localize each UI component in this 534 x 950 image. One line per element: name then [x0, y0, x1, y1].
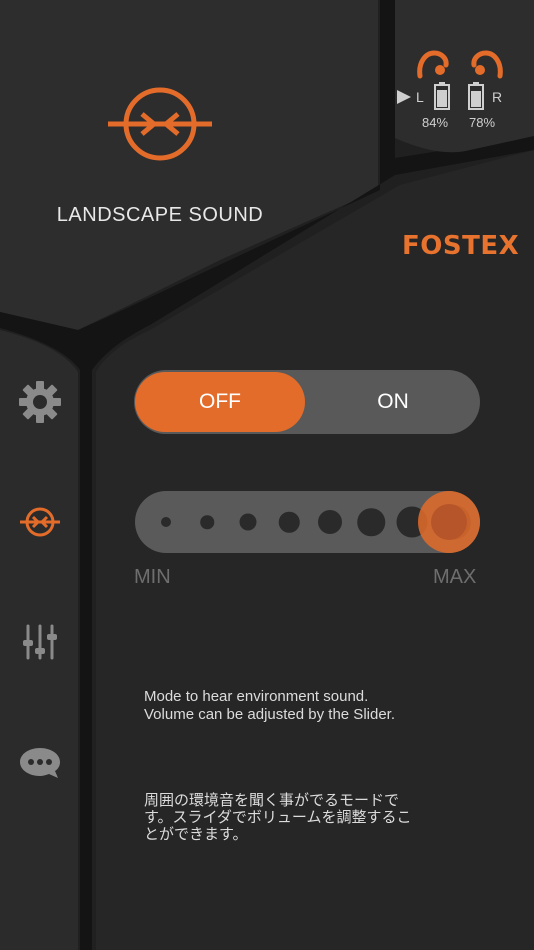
- volume-slider-knob[interactable]: [418, 491, 480, 553]
- battery-right-label: R: [492, 89, 503, 105]
- volume-step-dot: [357, 508, 385, 536]
- description-jp-line1: 周囲の環境音を聞く事がでるモードで: [144, 792, 400, 809]
- volume-step-dot: [161, 517, 171, 527]
- volume-slider[interactable]: [135, 491, 480, 553]
- battery-right-percent: 78%: [469, 115, 496, 130]
- toggle-on-button[interactable]: ON: [306, 370, 480, 434]
- description-jp-line3: とができます。: [144, 826, 248, 843]
- left-earphone-icon: [417, 50, 449, 79]
- battery-left-label: L: [416, 89, 424, 105]
- mode-toggle[interactable]: OFF ON: [134, 370, 480, 434]
- brand-logo: FOSTEX: [402, 231, 520, 261]
- volume-max-label: MAX: [433, 566, 477, 588]
- toggle-off-button[interactable]: OFF: [135, 372, 305, 432]
- gear-icon[interactable]: [18, 380, 62, 424]
- description-en-line1: Mode to hear environment sound.: [144, 688, 369, 705]
- landscape-sound-mode-icon: [108, 87, 212, 161]
- battery-right-icon: [468, 82, 484, 110]
- volume-step-dot: [318, 510, 342, 534]
- volume-step-dot: [278, 511, 300, 533]
- play-arrow-icon: [397, 90, 411, 104]
- landscape-sound-icon[interactable]: [18, 500, 62, 544]
- description-jp-line2: す。スライダでボリュームを調整するこ: [144, 809, 412, 826]
- battery-left-percent: 84%: [422, 115, 449, 130]
- volume-step-dot: [200, 515, 214, 529]
- battery-left-icon: [434, 82, 450, 110]
- volume-slider-knob-center: [431, 504, 467, 540]
- chat-bubble-icon[interactable]: [18, 740, 62, 784]
- mode-title: LANDSCAPE SOUND: [56, 204, 264, 226]
- right-earphone-icon: [471, 50, 503, 79]
- volume-step-dot: [239, 513, 257, 531]
- sliders-icon[interactable]: [18, 620, 62, 664]
- volume-min-label: MIN: [134, 566, 171, 588]
- description-en-line2: Volume can be adjusted by the Slider.: [144, 706, 396, 723]
